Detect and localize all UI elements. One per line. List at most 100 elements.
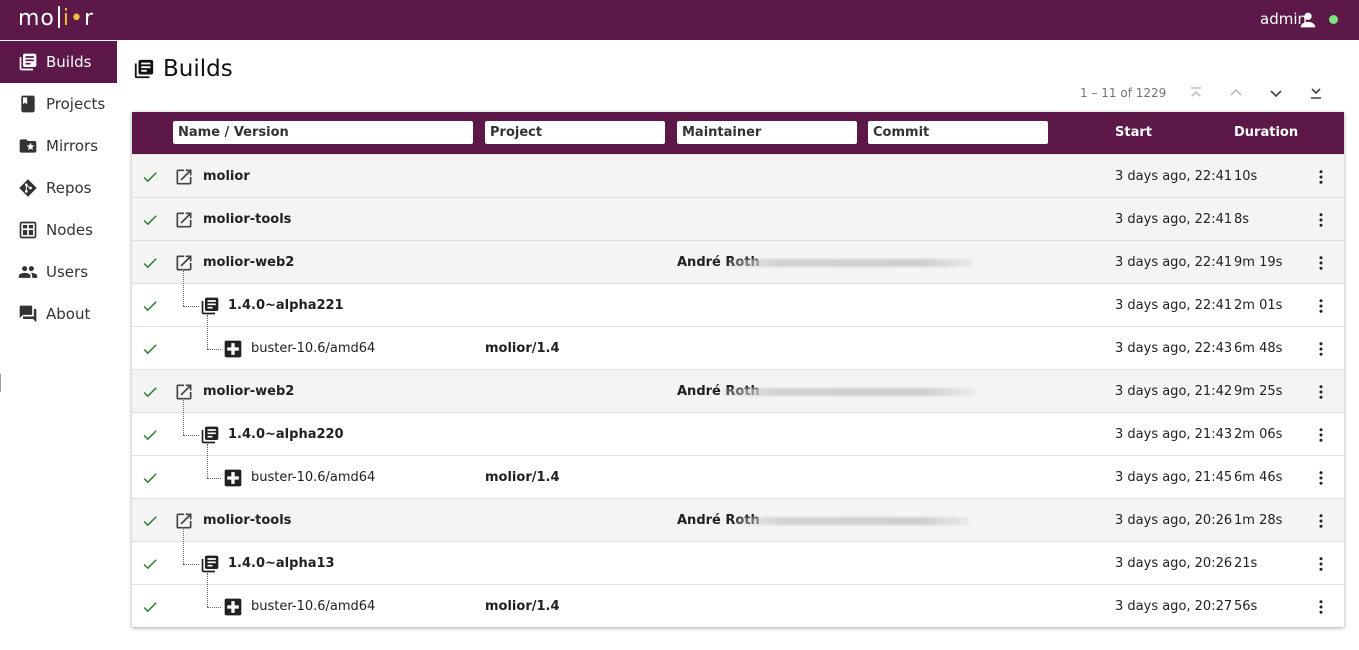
first-page-button[interactable] <box>1185 82 1207 104</box>
previous-page-button[interactable] <box>1225 82 1247 104</box>
more-vert-icon[interactable] <box>1312 456 1330 499</box>
version-icon <box>200 413 220 456</box>
sidebar-item-projects[interactable]: Projects <box>0 83 117 125</box>
folder-star-icon <box>19 139 37 153</box>
sidebar-item-label: Projects <box>46 95 106 113</box>
more-vert-icon[interactable] <box>1312 241 1330 284</box>
success-check-icon <box>141 370 161 413</box>
start-cell: 3 days ago, 22:43 <box>1115 341 1233 356</box>
project-cell[interactable]: molior/1.4 <box>485 456 560 499</box>
tree-connector <box>183 306 199 307</box>
more-vert-icon[interactable] <box>1312 499 1330 542</box>
duration-cell: 21s <box>1234 556 1258 571</box>
last-page-icon <box>1311 88 1321 99</box>
table-row[interactable]: 1.4.0~alpha221 3 days ago, 22:41 2m 01s <box>132 269 1344 327</box>
table-row[interactable]: 1.4.0~alpha13 3 days ago, 20:26 21s <box>132 527 1344 585</box>
duration-column-header[interactable]: Duration <box>1234 125 1298 140</box>
table-row[interactable]: molior-tools 3 days ago, 22:41 8s <box>132 197 1344 240</box>
duration-cell: 10s <box>1234 169 1258 184</box>
commit-redacted <box>736 517 970 525</box>
commit-filter[interactable]: Commit <box>868 121 1048 144</box>
chevron-up-icon <box>1230 88 1242 96</box>
tree-connector <box>207 444 208 478</box>
more-vert-icon[interactable] <box>1312 327 1330 370</box>
tree-connector <box>183 564 199 565</box>
sidebar-item-mirrors[interactable]: Mirrors <box>0 125 117 167</box>
online-status-dot <box>1329 15 1338 24</box>
more-vert-icon[interactable] <box>1312 155 1330 198</box>
success-check-icon <box>141 499 161 542</box>
tree-connector <box>183 269 184 306</box>
project-filter[interactable]: Project <box>485 121 665 144</box>
table-row[interactable]: molior 3 days ago, 22:41 10s <box>132 154 1344 197</box>
table-row[interactable]: buster-10.6/amd64 molior/1.4 3 days ago, 2… <box>132 444 1344 499</box>
name-version-cell[interactable]: 1.4.0~alpha221 <box>228 284 344 327</box>
project-cell[interactable]: molior/1.4 <box>485 327 560 370</box>
commit-redacted <box>722 388 975 396</box>
tree-connector <box>207 607 221 608</box>
start-cell: 3 days ago, 22:41 <box>1115 298 1233 313</box>
build-icon <box>223 327 243 370</box>
git-icon <box>19 179 37 197</box>
name-version-cell[interactable]: molior-web2 <box>203 370 294 413</box>
name-version-cell[interactable]: buster-10.6/amd64 <box>251 327 375 370</box>
name-version-cell[interactable]: 1.4.0~alpha220 <box>228 413 344 456</box>
sidebar-item-about[interactable]: About <box>0 293 117 335</box>
open-external-icon[interactable] <box>174 499 194 542</box>
table-row[interactable]: molior-tools André Roth 3 days ago, 20:26 1… <box>132 498 1344 541</box>
more-vert-icon[interactable] <box>1312 542 1330 585</box>
sidebar-item-repos[interactable]: Repos <box>0 167 117 209</box>
name-version-cell[interactable]: 1.4.0~alpha13 <box>228 542 335 585</box>
table-row[interactable]: buster-10.6/amd64 molior/1.4 3 days ago, 2… <box>132 573 1344 628</box>
open-external-icon[interactable] <box>174 198 194 241</box>
duration-cell: 6m 48s <box>1234 341 1283 356</box>
more-vert-icon[interactable] <box>1312 284 1330 327</box>
nodes-icon <box>19 221 37 239</box>
sidebar-item-builds[interactable]: Builds <box>0 41 117 83</box>
table-row[interactable]: molior-web2 André Roth 3 days ago, 21:42 9m… <box>132 369 1344 412</box>
success-check-icon <box>141 585 161 628</box>
more-vert-icon[interactable] <box>1312 585 1330 628</box>
table-row[interactable]: buster-10.6/amd64 molior/1.4 3 days ago, 2… <box>132 315 1344 370</box>
next-page-button[interactable] <box>1265 82 1287 104</box>
sidebar-item-users[interactable]: Users <box>0 251 117 293</box>
builds-icon <box>19 53 37 71</box>
name-version-cell[interactable]: buster-10.6/amd64 <box>251 456 375 499</box>
success-check-icon <box>141 327 161 370</box>
sidebar-item-nodes[interactable]: Nodes <box>0 209 117 251</box>
more-vert-icon[interactable] <box>1312 413 1330 456</box>
tree-connector <box>207 349 221 350</box>
name-version-cell[interactable]: molior-web2 <box>203 241 294 284</box>
user-icon[interactable] <box>1297 9 1319 31</box>
maintainer-filter[interactable]: Maintainer <box>677 121 857 144</box>
project-cell[interactable]: molior/1.4 <box>485 585 560 628</box>
success-check-icon <box>141 198 161 241</box>
duration-cell: 6m 46s <box>1234 470 1283 485</box>
name-version-cell[interactable]: buster-10.6/amd64 <box>251 585 375 628</box>
more-vert-icon[interactable] <box>1312 198 1330 241</box>
duration-cell: 9m 25s <box>1234 384 1283 399</box>
last-page-button[interactable] <box>1305 82 1327 104</box>
name-version-cell[interactable]: molior <box>203 155 250 198</box>
start-column-header[interactable]: Start <box>1115 125 1152 140</box>
top-bar: mo i•r admin <box>0 0 1359 40</box>
name-version-filter[interactable]: Name / Version <box>173 121 473 144</box>
build-icon <box>223 585 243 628</box>
table-row[interactable]: 1.4.0~alpha220 3 days ago, 21:43 2m 06s <box>132 398 1344 456</box>
tree-connector <box>183 527 184 564</box>
name-version-cell[interactable]: molior-tools <box>203 198 291 241</box>
open-external-icon[interactable] <box>174 155 194 198</box>
tree-connector <box>207 315 208 349</box>
sidebar-item-label: Mirrors <box>46 137 99 155</box>
duration-cell: 1m 28s <box>1234 513 1283 528</box>
sidebar-item-label: About <box>46 305 91 323</box>
open-external-icon[interactable] <box>174 241 194 284</box>
more-vert-icon[interactable] <box>1312 370 1330 413</box>
name-version-cell[interactable]: molior-tools <box>203 499 291 542</box>
start-cell: 3 days ago, 21:42 <box>1115 384 1233 399</box>
sidebar-divider <box>0 374 1 392</box>
open-external-icon[interactable] <box>174 370 194 413</box>
start-cell: 3 days ago, 22:41 <box>1115 255 1233 270</box>
molior-logo[interactable]: mo i•r <box>18 6 94 31</box>
table-row[interactable]: molior-web2 André Roth 3 days ago, 22:41 9m… <box>132 240 1344 283</box>
